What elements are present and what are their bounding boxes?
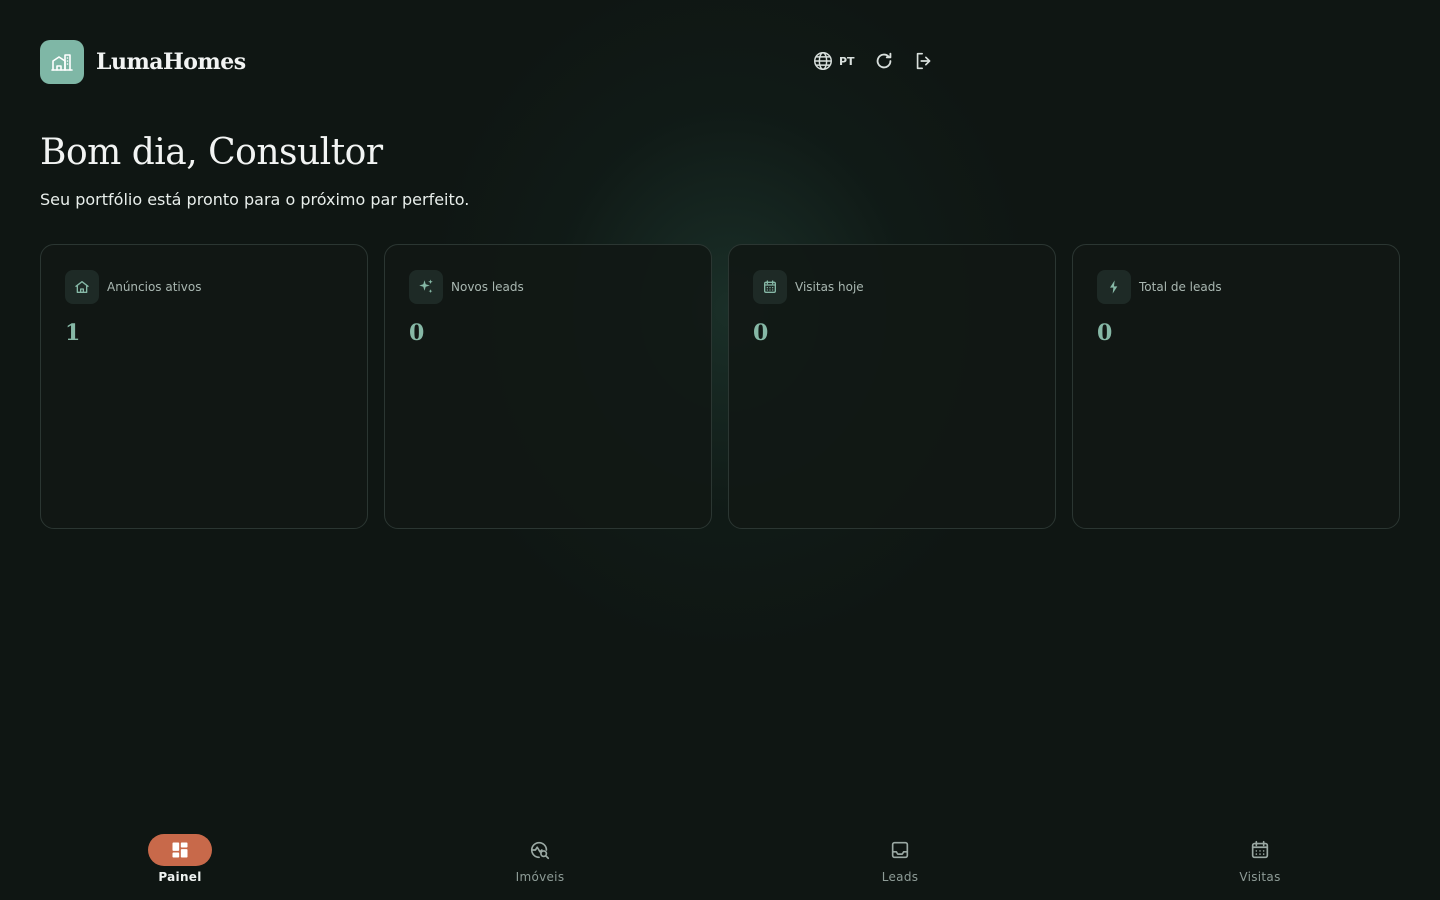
nav-label: Visitas — [1239, 870, 1281, 884]
stats-cards: Anúncios ativos 1 Novos leads 0 Visitas … — [40, 244, 1400, 529]
stat-label: Novos leads — [451, 280, 524, 294]
nav-icon-pill — [868, 834, 932, 866]
calendar-icon — [1251, 840, 1269, 859]
inbox-icon — [891, 841, 909, 859]
stat-label: Anúncios ativos — [107, 280, 202, 294]
card-icon-box — [1097, 270, 1131, 304]
nav-label: Imóveis — [515, 870, 565, 884]
property-search-icon — [530, 841, 550, 860]
building-icon — [51, 54, 73, 71]
app-header: LumaHomes — [40, 40, 246, 84]
language-label: PT — [839, 54, 855, 68]
card-header: Total de leads — [1097, 270, 1375, 304]
card-icon-box — [409, 270, 443, 304]
stat-label: Total de leads — [1139, 280, 1222, 294]
language-button[interactable]: PT — [812, 50, 855, 72]
nav-item-painel[interactable]: Painel — [0, 820, 360, 900]
logout-icon — [916, 52, 930, 70]
stat-card-active-listings[interactable]: Anúncios ativos 1 — [40, 244, 368, 529]
calendar-icon — [764, 280, 776, 293]
page-subtitle: Seu portfólio está pronto para o próximo… — [40, 190, 470, 209]
sparkles-icon — [419, 279, 433, 293]
home-icon — [75, 281, 89, 293]
nav-item-leads[interactable]: Leads — [720, 820, 1080, 900]
logout-button[interactable] — [913, 50, 935, 72]
refresh-icon — [876, 52, 891, 69]
bolt-icon — [1110, 280, 1118, 294]
stat-value: 0 — [1097, 320, 1113, 346]
card-icon-box — [65, 270, 99, 304]
nav-item-visitas[interactable]: Visitas — [1080, 820, 1440, 900]
nav-label: Leads — [881, 870, 919, 884]
refresh-button[interactable] — [873, 50, 895, 72]
stat-label: Visitas hoje — [795, 280, 864, 294]
nav-icon-pill — [148, 834, 212, 866]
page-title: Bom dia, Consultor — [40, 132, 383, 173]
stat-value: 0 — [409, 320, 425, 346]
globe-icon — [814, 52, 832, 70]
nav-label: Painel — [158, 870, 202, 884]
stat-value: 1 — [65, 320, 81, 346]
nav-icon-pill — [1228, 834, 1292, 866]
dashboard-icon — [172, 842, 188, 858]
logo[interactable] — [40, 40, 84, 84]
card-header: Visitas hoje — [753, 270, 1031, 304]
stat-card-total-leads[interactable]: Total de leads 0 — [1072, 244, 1400, 529]
stat-card-visits-today[interactable]: Visitas hoje 0 — [728, 244, 1056, 529]
card-header: Novos leads — [409, 270, 687, 304]
stat-card-new-leads[interactable]: Novos leads 0 — [384, 244, 712, 529]
nav-item-imoveis[interactable]: Imóveis — [360, 820, 720, 900]
card-icon-box — [753, 270, 787, 304]
nav-icon-pill — [508, 834, 572, 866]
bottom-navigation: Painel Imóveis Leads Visitas — [0, 820, 1440, 900]
header-toolbar: PT — [812, 50, 935, 72]
stat-value: 0 — [753, 320, 769, 346]
brand-name: LumaHomes — [96, 49, 246, 75]
card-header: Anúncios ativos — [65, 270, 343, 304]
